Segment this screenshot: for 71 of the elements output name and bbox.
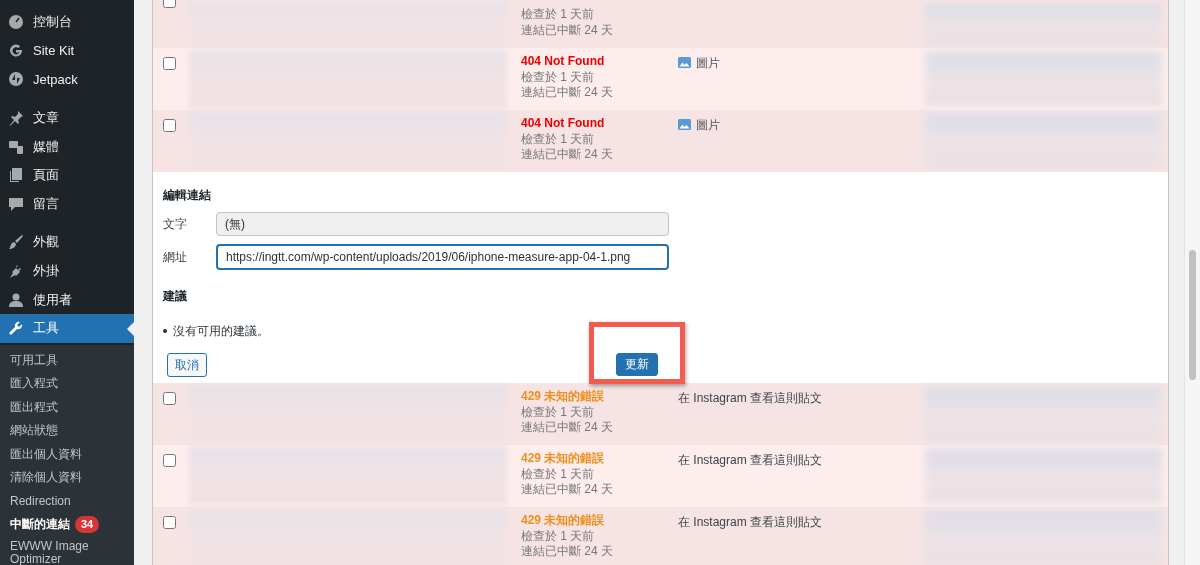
submenu-item[interactable]: 清除個人資料 [10, 469, 82, 487]
cancel-button[interactable]: 取消 [167, 353, 207, 377]
submenu-item[interactable]: 匯出程式 [10, 398, 58, 417]
link-text: 在 Instagram 查看這則貼文 [678, 452, 823, 468]
row-checkbox[interactable] [163, 454, 176, 467]
menu-item[interactable]: 留言 [0, 189, 134, 219]
row-checkbox[interactable] [163, 57, 176, 70]
section-title: 建議 [163, 288, 188, 305]
scrollbar[interactable] [1184, 0, 1200, 565]
link-text: 在 Instagram 查看這則貼文 [678, 390, 823, 406]
pages-icon [8, 167, 24, 184]
menu-item[interactable]: 文章 [0, 103, 134, 133]
broken-duration: 連結已中斷 24 天 [521, 482, 614, 498]
row-checkbox[interactable] [163, 119, 176, 132]
menu-item[interactable]: Site Kit [0, 36, 134, 66]
row-checkbox[interactable] [163, 392, 176, 405]
url-field[interactable]: https://ingtt.com/wp-content/uploads/2019/06/iphone-measure-app-04-1.png [216, 244, 669, 270]
submenu-item[interactable]: 匯出個人資料 [10, 445, 82, 464]
checked-time: 檢查於 1 天前 [521, 466, 596, 482]
text-field[interactable]: (無) [216, 212, 669, 236]
link-text: 圖片 [696, 117, 720, 133]
row-checkbox[interactable] [163, 516, 176, 529]
submenu-item[interactable]: Redirection [10, 492, 71, 511]
submenu-item[interactable]: 匯入程式 [10, 375, 58, 393]
media-icon [8, 138, 24, 155]
update-button[interactable]: 更新 [616, 353, 658, 376]
link-text: 在 Instagram 查看這則貼文 [678, 514, 823, 530]
wrench-icon [8, 320, 24, 337]
menu-item[interactable]: 媒體 [0, 132, 134, 161]
submenu-item[interactable]: 網站狀態 [10, 422, 58, 440]
checked-time: 檢查於 1 天前 [521, 69, 596, 85]
plug-icon [8, 263, 24, 280]
link-status: 429 未知的錯誤 [521, 389, 606, 405]
checked-time: 檢查於 1 天前 [521, 528, 596, 544]
link-status: 429 未知的錯誤 [521, 513, 606, 529]
broken-duration: 連結已中斷 24 天 [521, 22, 614, 38]
checked-time: 檢查於 1 天前 [521, 131, 596, 147]
section-title: 編輯連結 [163, 187, 212, 204]
field-label: 文字 [163, 215, 188, 233]
menu-item[interactable]: 頁面 [0, 160, 134, 190]
bullet-icon [163, 329, 167, 333]
menu-item[interactable]: 外觀 [0, 228, 134, 257]
bolt-circle-icon [8, 71, 24, 88]
scroll-thumb[interactable] [1189, 250, 1196, 380]
menu-item[interactable]: 工具 [0, 313, 134, 343]
menu-item[interactable]: 控制台 [0, 8, 134, 37]
link-status: 429 未知的錯誤 [521, 451, 606, 467]
broken-duration: 連結已中斷 24 天 [521, 147, 614, 163]
submenu-item[interactable]: EWWW Image Optimizer [10, 539, 124, 565]
gauge-icon [8, 14, 24, 31]
letter-g-icon [8, 42, 24, 59]
user-icon [8, 291, 24, 308]
pin-icon [8, 110, 24, 127]
submenu-item[interactable]: 可用工具 [10, 351, 58, 370]
broken-duration: 連結已中斷 24 天 [521, 420, 614, 436]
submenu-item[interactable]: 中斷的連結 [10, 516, 70, 534]
suggestion-text: 沒有可用的建議。 [173, 323, 269, 340]
checked-time: 檢查於 1 天前 [521, 404, 596, 420]
speech-bubble-icon [8, 195, 24, 212]
checked-time: 檢查於 1 天前 [521, 7, 596, 23]
field-label: 網址 [163, 248, 188, 266]
link-status: 404 Not Found [521, 116, 606, 132]
menu-item[interactable]: 使用者 [0, 285, 134, 314]
link-status: 404 Not Found [521, 54, 606, 70]
count-badge: 34 [75, 516, 100, 534]
menu-item[interactable]: 外掛 [0, 256, 134, 286]
broken-duration: 連結已中斷 24 天 [521, 85, 614, 101]
broken-duration: 連結已中斷 24 天 [521, 544, 614, 560]
brush-icon [8, 234, 24, 251]
link-text: 圖片 [696, 55, 720, 71]
menu-item[interactable]: Jetpack [0, 65, 134, 94]
